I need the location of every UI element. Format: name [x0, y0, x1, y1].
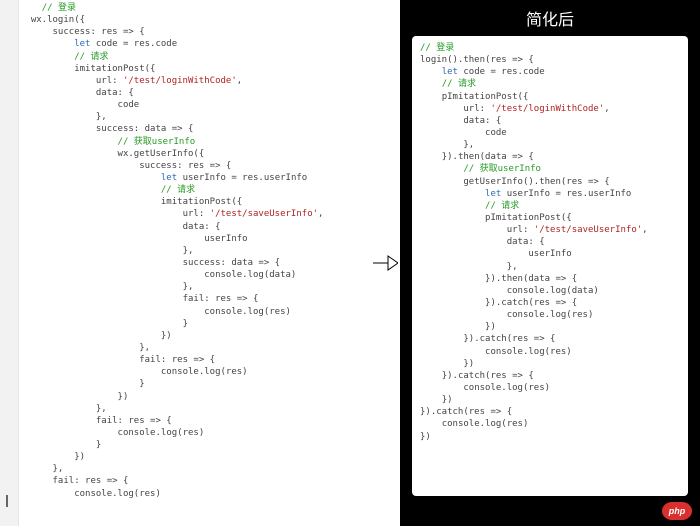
php-badge: php [662, 502, 692, 520]
right-code-text: // 登录 login().then(res => { let code = r… [420, 42, 680, 443]
left-code-block: // 登录 wx.login({ success: res => { let c… [20, 2, 368, 524]
editor-cursor [6, 495, 8, 507]
left-code-text: // 登录 wx.login({ success: res => { let c… [20, 2, 368, 500]
comparison-figure: // 登录 wx.login({ success: res => { let c… [0, 0, 700, 526]
left-code-pane: // 登录 wx.login({ success: res => { let c… [0, 0, 370, 526]
editor-gutter [0, 0, 19, 526]
right-pane: 简化后 // 登录 login().then(res => { let code… [400, 0, 700, 526]
right-title: 简化后 [400, 0, 700, 38]
right-code-card: // 登录 login().then(res => { let code = r… [412, 36, 688, 496]
arrow-icon [372, 252, 398, 274]
